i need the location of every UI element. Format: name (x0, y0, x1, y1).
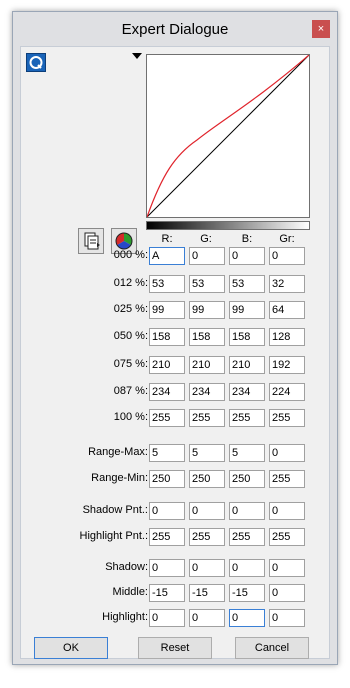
field-middle-b[interactable]: -15 (229, 584, 265, 602)
field-range-min-g[interactable]: 250 (189, 470, 225, 488)
field-highlight-pnt-g[interactable]: 255 (189, 528, 225, 546)
field-range-max-g[interactable]: 5 (189, 444, 225, 462)
field-075-g[interactable]: 210 (189, 356, 225, 374)
row-label-087: 087 %: (113, 385, 148, 397)
field-highlight-b[interactable]: 0 (229, 609, 265, 627)
field-middle-gr[interactable]: 0 (269, 584, 305, 602)
field-shadow-gr[interactable]: 0 (269, 559, 305, 577)
field-000-g[interactable]: 0 (189, 247, 225, 265)
row-label-shadow-pnt: Shadow Pnt.: (82, 504, 148, 516)
field-middle-g[interactable]: -15 (189, 584, 225, 602)
field-012-gr[interactable]: 32 (269, 275, 305, 293)
cancel-button[interactable]: Cancel (235, 637, 309, 659)
field-highlight-gr[interactable]: 0 (269, 609, 305, 627)
field-shadow-pnt-b[interactable]: 0 (229, 502, 265, 520)
field-075-r[interactable]: 210 (149, 356, 185, 374)
field-075-gr[interactable]: 192 (269, 356, 305, 374)
expert-dialogue-window: Expert Dialogue × R: G: B: Gr: 000 %: A … (12, 11, 338, 665)
field-100-r[interactable]: 255 (149, 409, 185, 427)
triangle-down-icon[interactable] (132, 53, 142, 59)
field-highlight-pnt-gr[interactable]: 255 (269, 528, 305, 546)
copy-page-icon[interactable] (78, 228, 104, 254)
column-header-r: R: (161, 233, 173, 245)
field-050-g[interactable]: 158 (189, 328, 225, 346)
curve-graph[interactable] (146, 54, 310, 218)
linear-reference-line (146, 54, 310, 218)
field-000-gr[interactable]: 0 (269, 247, 305, 265)
field-025-gr[interactable]: 64 (269, 301, 305, 319)
close-button[interactable]: × (312, 20, 330, 38)
field-range-max-b[interactable]: 5 (229, 444, 265, 462)
field-050-b[interactable]: 158 (229, 328, 265, 346)
field-shadow-pnt-g[interactable]: 0 (189, 502, 225, 520)
ok-button[interactable]: OK (34, 637, 108, 659)
title-bar[interactable]: Expert Dialogue × (13, 12, 337, 46)
field-shadow-pnt-r[interactable]: 0 (149, 502, 185, 520)
field-025-g[interactable]: 99 (189, 301, 225, 319)
row-label-100: 100 %: (113, 411, 148, 423)
row-label-highlight-pnt: Highlight Pnt.: (79, 530, 148, 542)
field-000-r[interactable]: A (149, 247, 185, 265)
field-highlight-r[interactable]: 0 (149, 609, 185, 627)
row-label-050: 050 %: (113, 330, 148, 342)
field-shadow-b[interactable]: 0 (229, 559, 265, 577)
field-050-r[interactable]: 158 (149, 328, 185, 346)
field-shadow-g[interactable]: 0 (189, 559, 225, 577)
field-range-min-r[interactable]: 250 (149, 470, 185, 488)
field-middle-r[interactable]: -15 (149, 584, 185, 602)
field-highlight-pnt-b[interactable]: 255 (229, 528, 265, 546)
row-label-range-max: Range-Max: (88, 446, 148, 458)
field-highlight-g[interactable]: 0 (189, 609, 225, 627)
row-label-075: 075 %: (113, 358, 148, 370)
window-title: Expert Dialogue (121, 21, 229, 38)
field-range-min-b[interactable]: 250 (229, 470, 265, 488)
field-range-max-r[interactable]: 5 (149, 444, 185, 462)
field-000-b[interactable]: 0 (229, 247, 265, 265)
field-012-g[interactable]: 53 (189, 275, 225, 293)
field-050-gr[interactable]: 128 (269, 328, 305, 346)
field-100-gr[interactable]: 255 (269, 409, 305, 427)
field-075-b[interactable]: 210 (229, 356, 265, 374)
dialog-body: R: G: B: Gr: 000 %: A 0 0 0 012 %: 53 53… (20, 46, 330, 659)
field-100-g[interactable]: 255 (189, 409, 225, 427)
field-087-gr[interactable]: 224 (269, 383, 305, 401)
field-087-r[interactable]: 234 (149, 383, 185, 401)
field-012-r[interactable]: 53 (149, 275, 185, 293)
column-header-gr: Gr: (279, 233, 295, 245)
field-087-b[interactable]: 234 (229, 383, 265, 401)
field-100-b[interactable]: 255 (229, 409, 265, 427)
row-label-middle: Middle: (112, 586, 148, 598)
field-025-r[interactable]: 99 (149, 301, 185, 319)
reset-button[interactable]: Reset (138, 637, 212, 659)
row-label-shadow: Shadow: (105, 561, 148, 573)
field-shadow-r[interactable]: 0 (149, 559, 185, 577)
field-range-min-gr[interactable]: 255 (269, 470, 305, 488)
row-label-012: 012 %: (113, 277, 148, 289)
row-label-000: 000 %: (113, 249, 148, 261)
field-shadow-pnt-gr[interactable]: 0 (269, 502, 305, 520)
row-label-range-min: Range-Min: (91, 472, 148, 484)
field-087-g[interactable]: 234 (189, 383, 225, 401)
field-025-b[interactable]: 99 (229, 301, 265, 319)
help-q-icon[interactable] (26, 53, 46, 72)
tone-gradient-bar (146, 221, 310, 230)
row-label-025: 025 %: (113, 303, 148, 315)
column-header-g: G: (200, 233, 212, 245)
field-range-max-gr[interactable]: 0 (269, 444, 305, 462)
field-highlight-pnt-r[interactable]: 255 (149, 528, 185, 546)
column-header-b: B: (241, 233, 253, 245)
row-label-highlight: Highlight: (102, 611, 148, 623)
field-012-b[interactable]: 53 (229, 275, 265, 293)
